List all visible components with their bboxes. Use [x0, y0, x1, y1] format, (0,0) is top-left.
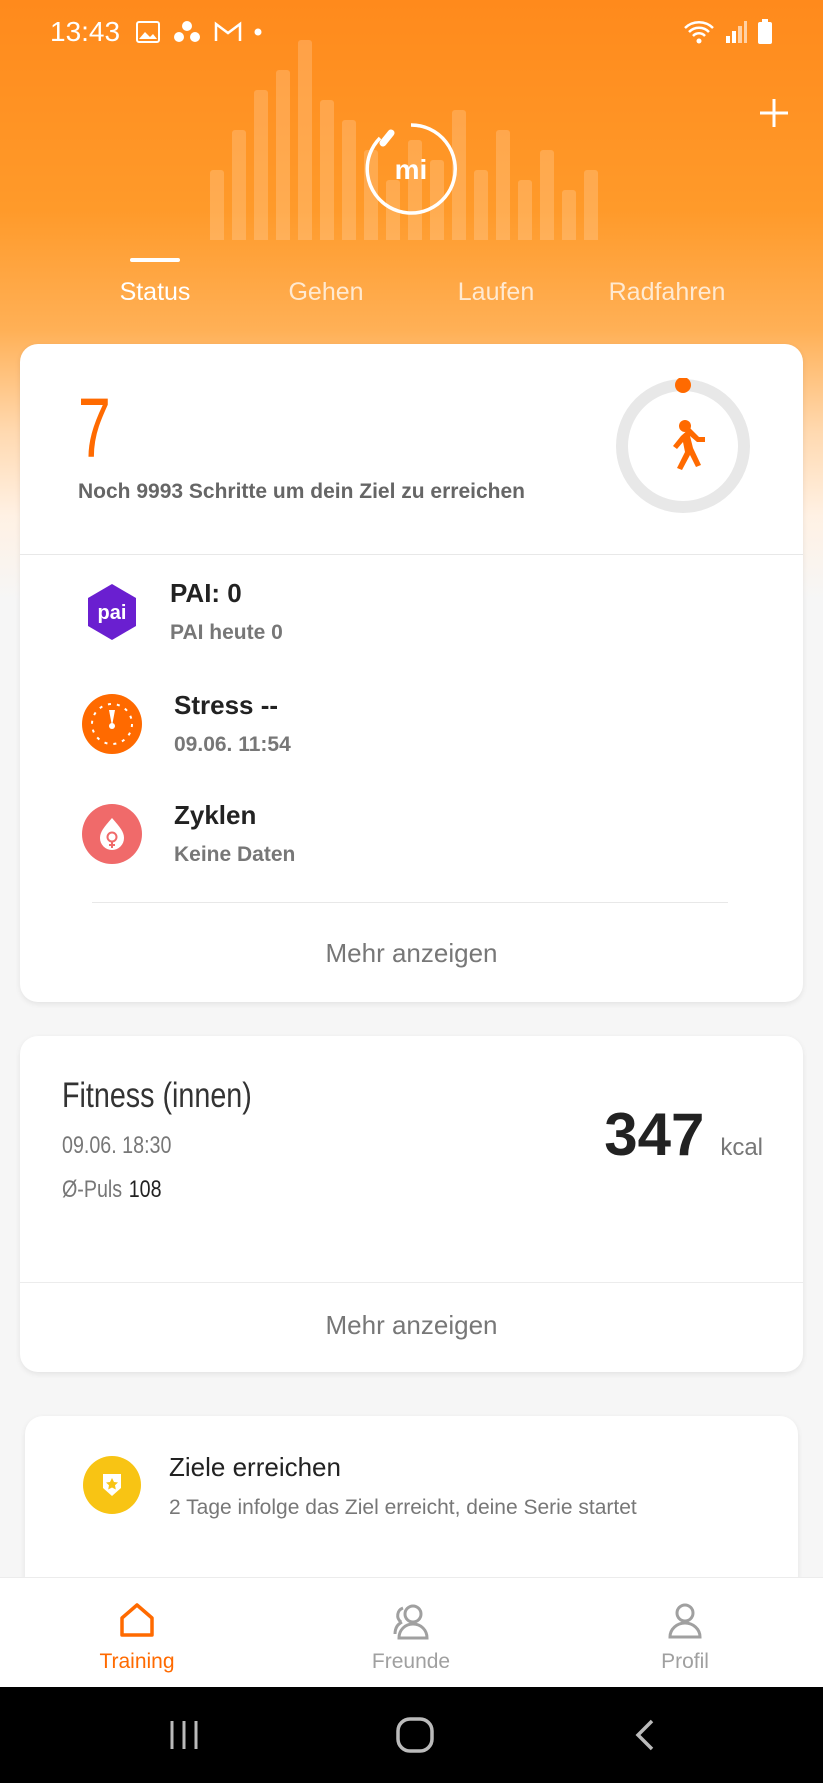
cycle-title: Zyklen [174, 800, 257, 830]
pai-subtitle: PAI heute 0 [170, 621, 283, 644]
active-tab-indicator [130, 258, 180, 262]
fitness-more-link[interactable]: Mehr anzeigen [20, 1310, 803, 1341]
calories-value: 347 [604, 1101, 705, 1168]
signal-icon [726, 21, 747, 43]
pai-row[interactable]: pai PAI: 0 PAI heute 0 [82, 578, 283, 645]
workout-calories: 347 kcal [604, 1100, 763, 1169]
status-inner-divider [92, 902, 728, 903]
tab-laufen[interactable]: Laufen [458, 278, 534, 307]
wifi-icon [684, 21, 714, 44]
goals-subtitle: 2 Tage infolge das Ziel erreicht, deine … [169, 1496, 637, 1519]
plus-icon [760, 99, 788, 127]
nav-profil-label: Profil [661, 1650, 709, 1673]
friends-icon [393, 1604, 429, 1640]
fitness-divider [20, 1282, 803, 1283]
nav-freunde-label: Freunde [371, 1650, 451, 1673]
stress-title: Stress -- [174, 690, 279, 720]
nav-training[interactable]: Training [57, 1596, 217, 1674]
pai-icon: pai [82, 582, 142, 642]
status-card-divider [20, 554, 803, 555]
system-navigation-bar [0, 1687, 823, 1783]
steps-progress-ring[interactable] [615, 377, 751, 514]
walking-person-icon [673, 420, 705, 470]
bottom-navigation: Training Freunde Profil [0, 1577, 823, 1687]
mi-logo: mi [363, 121, 459, 217]
battery-icon [758, 19, 772, 44]
stress-row[interactable]: Stress -- 09.06. 11:54 [82, 690, 291, 757]
stress-gauge-icon [82, 693, 142, 754]
avg-pulse-value: 108 [128, 1176, 162, 1203]
tab-status[interactable]: Status [120, 278, 191, 307]
tab-radfahren[interactable]: Radfahren [609, 278, 726, 307]
nav-training-label: Training [99, 1650, 175, 1673]
cycle-row[interactable]: Zyklen Keine Daten [82, 800, 295, 867]
profile-icon [668, 1603, 702, 1639]
status-time: 13:43 [50, 16, 121, 47]
pai-title: PAI: 0 [170, 578, 242, 608]
workout-date: 09.06. 18:30 [62, 1132, 172, 1159]
steps-remaining-text: Noch 9993 Schritte um dein Ziel zu errei… [78, 480, 525, 503]
home-system-button[interactable] [391, 1711, 439, 1759]
status-bar: 13:43 [0, 0, 823, 64]
activity-tabs: Status Gehen Laufen Radfahren [0, 258, 823, 318]
svg-text:mi: mi [395, 154, 428, 185]
goal-badge-icon [83, 1456, 141, 1514]
workout-title: Fitness (innen) [62, 1076, 252, 1115]
calories-unit: kcal [720, 1134, 763, 1161]
back-button[interactable] [622, 1711, 670, 1759]
gmail-notification-icon [214, 21, 242, 41]
status-card: 7 Noch 9993 Schritte um dein Ziel zu err… [20, 344, 803, 1002]
app-notification-icon [174, 21, 201, 42]
back-icon [635, 1719, 654, 1751]
avg-pulse-label: Ø-Puls [62, 1176, 123, 1203]
goals-title: Ziele erreichen [169, 1452, 341, 1482]
gallery-notification-icon [136, 21, 161, 43]
add-button[interactable] [749, 88, 799, 138]
workout-avg-pulse: Ø-Puls 108 [62, 1176, 162, 1204]
nav-profil[interactable]: Profil [605, 1596, 765, 1674]
svg-text:pai: pai [98, 602, 127, 624]
recent-apps-icon [170, 1721, 198, 1749]
more-notifications-dot-icon [254, 28, 262, 36]
tab-gehen[interactable]: Gehen [288, 278, 363, 307]
cycle-subtitle: Keine Daten [174, 843, 296, 866]
home-icon [120, 1603, 154, 1637]
recent-apps-button[interactable] [160, 1711, 208, 1759]
stress-subtitle: 09.06. 11:54 [174, 733, 291, 756]
home-system-icon [396, 1717, 434, 1753]
cycle-icon [82, 803, 142, 864]
status-more-link[interactable]: Mehr anzeigen [20, 938, 803, 969]
steps-count[interactable]: 7 [78, 380, 111, 477]
nav-freunde[interactable]: Freunde [331, 1596, 491, 1674]
fitness-workout-card[interactable]: Fitness (innen) 09.06. 18:30 Ø-Puls 108 3… [20, 1036, 803, 1372]
